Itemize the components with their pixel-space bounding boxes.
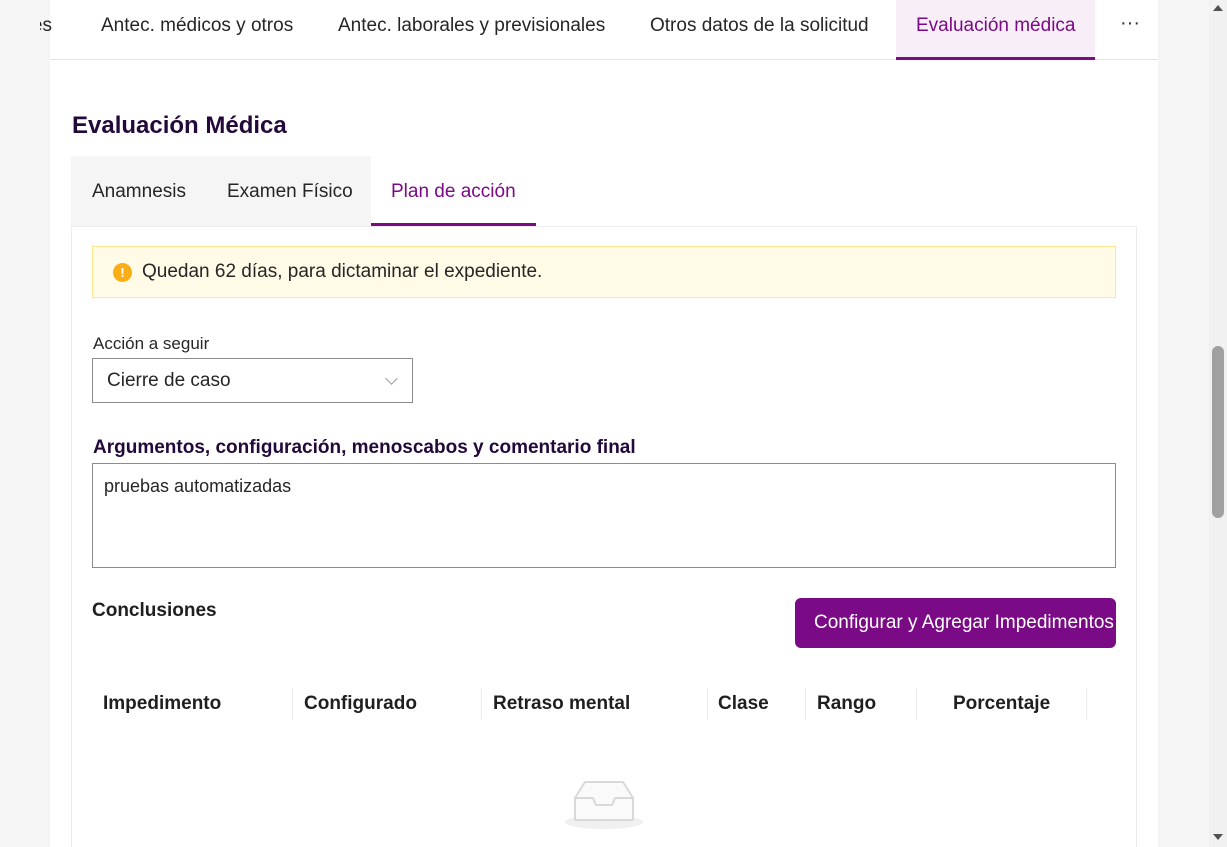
arguments-label: Argumentos, configuración, menoscabos y … (93, 437, 636, 458)
scrollbar-thumb[interactable] (1212, 346, 1224, 518)
tab-antec-medicos[interactable]: Antec. médicos y otros (101, 0, 293, 60)
arguments-value: pruebas automatizadas (104, 476, 292, 496)
sub-tab-bar: Anamnesis Examen Físico Plan de acción (71, 156, 536, 226)
empty-inbox-icon (563, 774, 645, 832)
column-divider (1086, 688, 1087, 720)
action-label: Acción a seguir (93, 334, 210, 353)
arguments-textarea[interactable]: pruebas automatizadas (92, 463, 1116, 568)
chevron-down-icon (385, 372, 398, 385)
page-title: Evaluación Médica (72, 112, 287, 139)
deadline-alert: ! Quedan 62 días, para dictaminar el exp… (92, 246, 1116, 298)
scroll-up-arrow-icon[interactable] (1213, 5, 1223, 11)
exclamation-circle-icon: ! (113, 263, 132, 282)
tab-antec-laborales[interactable]: Antec. laborales y previsionales (338, 0, 605, 60)
scroll-down-arrow-icon[interactable] (1213, 834, 1223, 840)
more-tabs-button[interactable]: ··· (1102, 0, 1158, 58)
top-tab-bar: es Antec. médicos y otros Antec. laboral… (40, 0, 1158, 60)
column-impedimento[interactable]: Impedimento (103, 680, 221, 728)
tab-anamnesis[interactable]: Anamnesis (92, 156, 186, 226)
column-clase[interactable]: Clase (718, 680, 769, 728)
column-porcentaje[interactable]: Porcentaje (953, 680, 1050, 728)
vertical-scrollbar[interactable] (1209, 0, 1227, 847)
column-retraso-mental[interactable]: Retraso mental (493, 680, 630, 728)
column-divider (707, 688, 708, 720)
configure-impediments-button[interactable]: Configurar y Agregar Impedimentos (795, 598, 1116, 648)
conclusions-table-header: Impedimento Configurado Retraso mental C… (92, 680, 1116, 728)
action-select[interactable]: Cierre de caso (92, 358, 413, 403)
column-divider (481, 688, 482, 720)
column-rango[interactable]: Rango (817, 680, 876, 728)
column-divider (805, 688, 806, 720)
tab-examen-fisico[interactable]: Examen Físico (227, 156, 353, 226)
column-divider (916, 688, 917, 720)
column-divider (292, 688, 293, 720)
top-tab-previous[interactable]: es (40, 0, 52, 60)
tab-otros-datos[interactable]: Otros datos de la solicitud (650, 0, 869, 60)
conclusions-title: Conclusiones (92, 600, 217, 621)
tab-plan-de-accion[interactable]: Plan de acción (371, 156, 536, 226)
column-configurado[interactable]: Configurado (304, 680, 417, 728)
alert-text: Quedan 62 días, para dictaminar el exped… (142, 261, 543, 282)
tab-evaluacion-medica[interactable]: Evaluación médica (896, 0, 1096, 60)
action-select-value: Cierre de caso (107, 370, 231, 391)
